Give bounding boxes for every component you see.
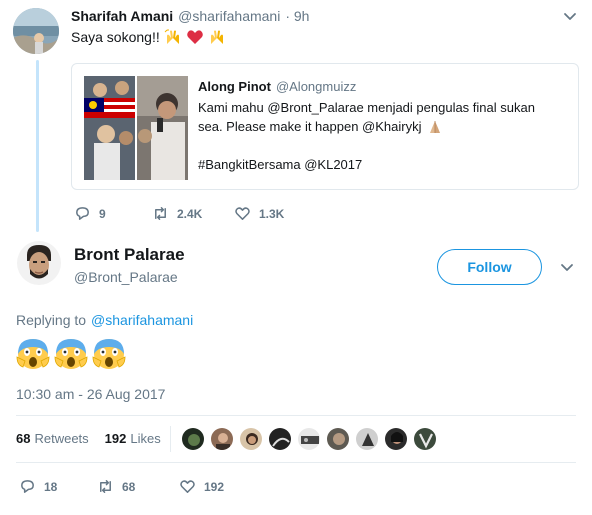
reply-action[interactable]: 18 [19, 478, 57, 495]
liker-avatar[interactable] [413, 427, 437, 451]
author-handle[interactable]: @sharifahamani [178, 8, 280, 24]
likers-avatar-row [181, 427, 437, 451]
quoted-text-line: sea. Please make it happen @Khairykj [198, 119, 422, 134]
heart-icon [235, 207, 250, 220]
face-screaming-emoji-icon [92, 339, 126, 369]
avatar-bront[interactable] [17, 241, 61, 285]
heart-icon [180, 480, 195, 493]
reply-action[interactable]: 9 [74, 205, 106, 222]
quoted-author-handle: @Alongmuizz [275, 79, 357, 94]
stats-separator [170, 426, 171, 452]
main-tweet-body [16, 337, 126, 371]
retweet-action[interactable]: 68 [97, 478, 135, 495]
parent-tweet-body: Saya sokong!! [71, 28, 226, 46]
photo-right [137, 76, 188, 180]
liker-avatar[interactable] [239, 427, 263, 451]
tweet-stats: 68 Retweets 192 Likes [16, 431, 161, 446]
liker-avatar[interactable] [210, 427, 234, 451]
replying-to-link[interactable]: @sharifahamani [91, 312, 193, 328]
face-screaming-emoji-icon [54, 339, 88, 369]
replying-to-label: Replying to [16, 312, 87, 328]
likes-stat-count[interactable]: 192 [105, 431, 127, 446]
follow-button[interactable]: Follow [437, 249, 542, 285]
retweet-icon [155, 207, 166, 220]
quoted-media-thumbnail[interactable] [84, 76, 188, 180]
main-author-block: Bront Palarae @Bront_Palarae [74, 245, 185, 285]
quoted-author-name: Along Pinot [198, 79, 271, 94]
author-name[interactable]: Sharifah Amani [71, 8, 173, 24]
raised-hands-emoji-icon [210, 30, 223, 44]
chevron-down-icon[interactable] [563, 10, 577, 24]
face-screaming-emoji-icon [16, 339, 50, 369]
quoted-tweet-text: Kami mahu @Bront_Palarae menjadi pengula… [198, 98, 568, 174]
retweet-count: 2.4K [177, 206, 203, 221]
raised-hands-emoji-icon [164, 29, 179, 44]
like-count: 192 [204, 479, 225, 494]
liker-avatar[interactable] [326, 427, 350, 451]
liker-avatar[interactable] [268, 427, 292, 451]
liker-avatar[interactable] [181, 427, 205, 451]
quoted-text-line: #BangkitBersama @KL2017 [198, 157, 363, 172]
retweets-stat-label[interactable]: Retweets [34, 431, 88, 446]
liker-avatar[interactable] [355, 427, 379, 451]
main-author-name[interactable]: Bront Palarae [74, 245, 185, 265]
tweet-text: Saya sokong!! [71, 29, 160, 45]
red-heart-emoji-icon [186, 30, 203, 44]
liker-avatar[interactable] [297, 427, 321, 451]
reply-count: 9 [99, 206, 106, 221]
liker-avatar[interactable] [384, 427, 408, 451]
replying-to-line: Replying to @sharifahamani [16, 312, 193, 328]
like-count: 1.3K [259, 206, 285, 221]
retweet-action[interactable]: 2.4K [152, 205, 202, 222]
tweet-timestamp[interactable]: 10:30 am - 26 Aug 2017 [16, 386, 165, 402]
like-action[interactable]: 192 [179, 478, 224, 495]
tweet-time[interactable]: · 9h [285, 8, 309, 24]
reply-icon [21, 480, 34, 493]
folded-hands-emoji-icon [430, 120, 441, 133]
quoted-text-line-wrap: sea. Please make it happen @Khairykj [198, 117, 568, 136]
divider [16, 462, 576, 463]
likes-stat-label[interactable]: Likes [130, 431, 160, 446]
quoted-text-spacer [198, 136, 568, 155]
quoted-text-line: Kami mahu @Bront_Palarae menjadi pengula… [198, 100, 535, 115]
avatar-image [13, 8, 59, 54]
photo-left [84, 76, 135, 180]
parent-tweet-header: Sharifah Amani @sharifahamani · 9h [71, 8, 309, 24]
avatar-image [17, 241, 61, 285]
divider [16, 415, 576, 416]
reply-count: 18 [44, 479, 58, 494]
main-author-handle[interactable]: @Bront_Palarae [74, 269, 185, 285]
avatar-sharifah[interactable] [13, 8, 59, 54]
retweet-count: 68 [122, 479, 136, 494]
chevron-down-icon[interactable] [560, 261, 574, 275]
like-action[interactable]: 1.3K [234, 205, 284, 222]
reply-icon [76, 207, 89, 220]
thread-connector-line [36, 60, 39, 232]
retweets-stat-count[interactable]: 68 [16, 431, 30, 446]
retweet-icon [100, 480, 111, 493]
quoted-tweet-header: Along Pinot @Alongmuizz [198, 79, 356, 94]
